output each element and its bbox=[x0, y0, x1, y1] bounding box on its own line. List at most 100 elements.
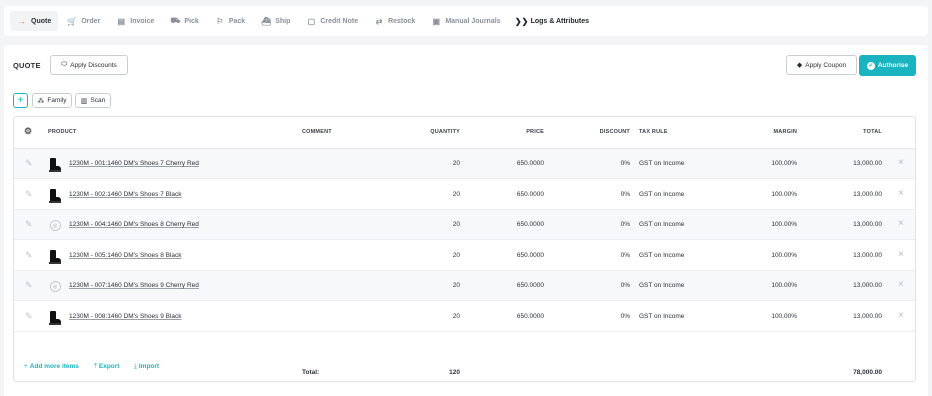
cell-margin: 100.00% bbox=[771, 251, 797, 259]
document-tabs: → Quote 🛒 Order ▤ Invoice ⛟ Pick ⚐ Pack ⛴ Ship ▢ Cred… bbox=[4, 6, 928, 36]
download-icon: ⤓ bbox=[134, 363, 137, 370]
boot-thumbnail bbox=[48, 248, 62, 264]
add-line-button[interactable]: + bbox=[13, 93, 28, 108]
authorise-label: Authorise bbox=[877, 62, 909, 69]
tab-ship[interactable]: ⛴ Ship bbox=[254, 11, 297, 31]
remove-row-icon[interactable]: × bbox=[898, 249, 904, 260]
no-image-icon: ◎ bbox=[48, 217, 62, 233]
table-actions: + Add more items ⤒ Export ⤓ Import bbox=[4, 363, 928, 383]
cell-discount: 0% bbox=[620, 312, 630, 320]
import-label: Import bbox=[138, 363, 160, 370]
tab-pick[interactable]: ⛟ Pick bbox=[163, 11, 205, 31]
tab-quote[interactable]: → Quote bbox=[10, 11, 59, 31]
tab-label: Manual Journals bbox=[445, 17, 501, 25]
cell-total: 13,000.00 bbox=[853, 282, 882, 289]
tab-label: Logs & Attributes bbox=[530, 17, 590, 25]
edit-pencil-icon[interactable]: ✎ bbox=[25, 219, 33, 230]
product-link[interactable]: 1230M - 004:1460 DM's Shoes 8 Cherry Red bbox=[69, 221, 199, 228]
cell-quantity: 20 bbox=[452, 160, 460, 167]
tab-label: Pick bbox=[184, 17, 199, 25]
tag-icon: ⬭ bbox=[61, 61, 68, 68]
authorise-button[interactable]: ✓ Authorise bbox=[859, 55, 916, 76]
cell-discount: 0% bbox=[620, 251, 630, 259]
family-button[interactable]: ⁂ Family bbox=[32, 93, 72, 108]
cell-price: 650.0000 bbox=[516, 160, 544, 167]
cell-tax-rule: GST on Income bbox=[639, 190, 685, 198]
edit-pencil-icon[interactable]: ✎ bbox=[25, 158, 33, 169]
product-link[interactable]: 1230M - 008:1460 DM's Shoes 9 Black bbox=[69, 313, 182, 320]
export-link[interactable]: ⤒ Export bbox=[94, 363, 119, 371]
arrow-right-icon: → bbox=[18, 16, 26, 26]
tab-restock[interactable]: ⇄ Restock bbox=[367, 11, 422, 31]
cell-price: 650.0000 bbox=[516, 221, 544, 228]
cell-quantity: 20 bbox=[452, 221, 460, 228]
product-link[interactable]: 1230M - 001:1460 DM's Shoes 7 Cherry Red bbox=[69, 160, 199, 167]
cell-total: 13,000.00 bbox=[853, 190, 882, 198]
logs-icon: ❯❯ bbox=[514, 16, 529, 26]
quote-panel: QUOTE ⬭ Apply Discounts ◆ Apply Coupon ✓… bbox=[4, 45, 928, 396]
header-total: TOTAL bbox=[863, 129, 882, 135]
cell-margin: 100.00% bbox=[771, 312, 797, 320]
tab-pack[interactable]: ⚐ Pack bbox=[208, 11, 252, 31]
invoice-icon: ▤ bbox=[117, 16, 126, 26]
quote-lines-table: ⚙ PRODUCT COMMENT QUANTITY PRICE DISCOUN… bbox=[13, 116, 916, 382]
cell-discount: 0% bbox=[620, 160, 630, 167]
header-tax-rule: TAX RULE bbox=[639, 129, 668, 135]
plus-icon: + bbox=[17, 95, 24, 106]
check-circle-icon: ✓ bbox=[866, 61, 875, 70]
apply-coupon-button[interactable]: ◆ Apply Coupon bbox=[786, 55, 857, 75]
cell-margin: 100.00% bbox=[771, 160, 797, 167]
no-image-icon: ◎ bbox=[48, 278, 62, 294]
table-row: ✎ ◎ 1230M - 007:1460 DM's Shoes 9 Cherry R… bbox=[14, 271, 915, 301]
tab-order[interactable]: 🛒 Order bbox=[60, 11, 107, 31]
scan-label: Scan bbox=[90, 97, 106, 104]
remove-row-icon[interactable]: × bbox=[898, 279, 904, 290]
cart-icon: 🛒 bbox=[67, 16, 78, 26]
cell-discount: 0% bbox=[620, 190, 630, 198]
table-row: ✎ 1230M - 002:1460 DM's Shoes 7 Black 20 65… bbox=[14, 180, 915, 210]
barcode-icon: ▥ bbox=[80, 97, 88, 105]
family-tree-icon: ⁂ bbox=[37, 97, 45, 105]
import-link[interactable]: ⤓ Import bbox=[134, 363, 159, 371]
pick-icon: ⛟ bbox=[170, 16, 181, 25]
table-row: ✎ ◎ 1230M - 004:1460 DM's Shoes 8 Cherry R… bbox=[14, 210, 915, 240]
tab-credit-note[interactable]: ▢ Credit Note bbox=[299, 11, 365, 31]
tab-logs-attributes[interactable]: ❯❯ Logs & Attributes bbox=[510, 11, 596, 31]
product-link[interactable]: 1230M - 007:1460 DM's Shoes 9 Cherry Red bbox=[69, 282, 199, 289]
restock-icon: ⇄ bbox=[375, 16, 383, 26]
edit-pencil-icon[interactable]: ✎ bbox=[25, 189, 33, 200]
cell-quantity: 20 bbox=[452, 251, 460, 259]
remove-row-icon[interactable]: × bbox=[898, 218, 904, 229]
cell-total: 13,000.00 bbox=[853, 160, 882, 167]
boot-thumbnail bbox=[48, 156, 62, 172]
cell-tax-rule: GST on Income bbox=[639, 282, 685, 289]
cell-tax-rule: GST on Income bbox=[639, 221, 685, 228]
apply-discounts-button[interactable]: ⬭ Apply Discounts bbox=[50, 55, 128, 75]
cell-discount: 0% bbox=[620, 221, 630, 228]
scan-button[interactable]: ▥ Scan bbox=[75, 93, 111, 108]
tab-invoice[interactable]: ▤ Invoice bbox=[109, 11, 161, 31]
page-title: QUOTE bbox=[13, 61, 41, 70]
product-link[interactable]: 1230M - 005:1460 DM's Shoes 8 Black bbox=[69, 252, 182, 259]
coupon-tag-icon: ◆ bbox=[796, 62, 803, 69]
edit-pencil-icon[interactable]: ✎ bbox=[25, 250, 33, 261]
cell-quantity: 20 bbox=[452, 312, 460, 320]
settings-gear-icon[interactable]: ⚙ bbox=[24, 126, 32, 137]
product-link[interactable]: 1230M - 002:1460 DM's Shoes 7 Black bbox=[69, 191, 182, 198]
pack-icon: ⚐ bbox=[216, 16, 224, 26]
remove-row-icon[interactable]: × bbox=[898, 188, 904, 199]
remove-row-icon[interactable]: × bbox=[898, 310, 904, 321]
cell-total: 13,000.00 bbox=[853, 312, 882, 320]
header-comment: COMMENT bbox=[302, 129, 332, 135]
tab-manual-journals[interactable]: ▣ Manual Journals bbox=[424, 11, 507, 31]
edit-pencil-icon[interactable]: ✎ bbox=[25, 280, 33, 291]
remove-row-icon[interactable]: × bbox=[898, 157, 904, 168]
cell-price: 650.0000 bbox=[516, 190, 544, 198]
boot-thumbnail bbox=[48, 187, 62, 203]
cell-quantity: 20 bbox=[452, 282, 460, 289]
add-more-items-link[interactable]: + Add more items bbox=[24, 363, 79, 370]
cell-margin: 100.00% bbox=[771, 190, 797, 198]
edit-pencil-icon[interactable]: ✎ bbox=[25, 311, 33, 322]
table-row: ✎ 1230M - 008:1460 DM's Shoes 9 Black 20 65… bbox=[14, 302, 915, 332]
header-quantity: QUANTITY bbox=[430, 129, 460, 135]
